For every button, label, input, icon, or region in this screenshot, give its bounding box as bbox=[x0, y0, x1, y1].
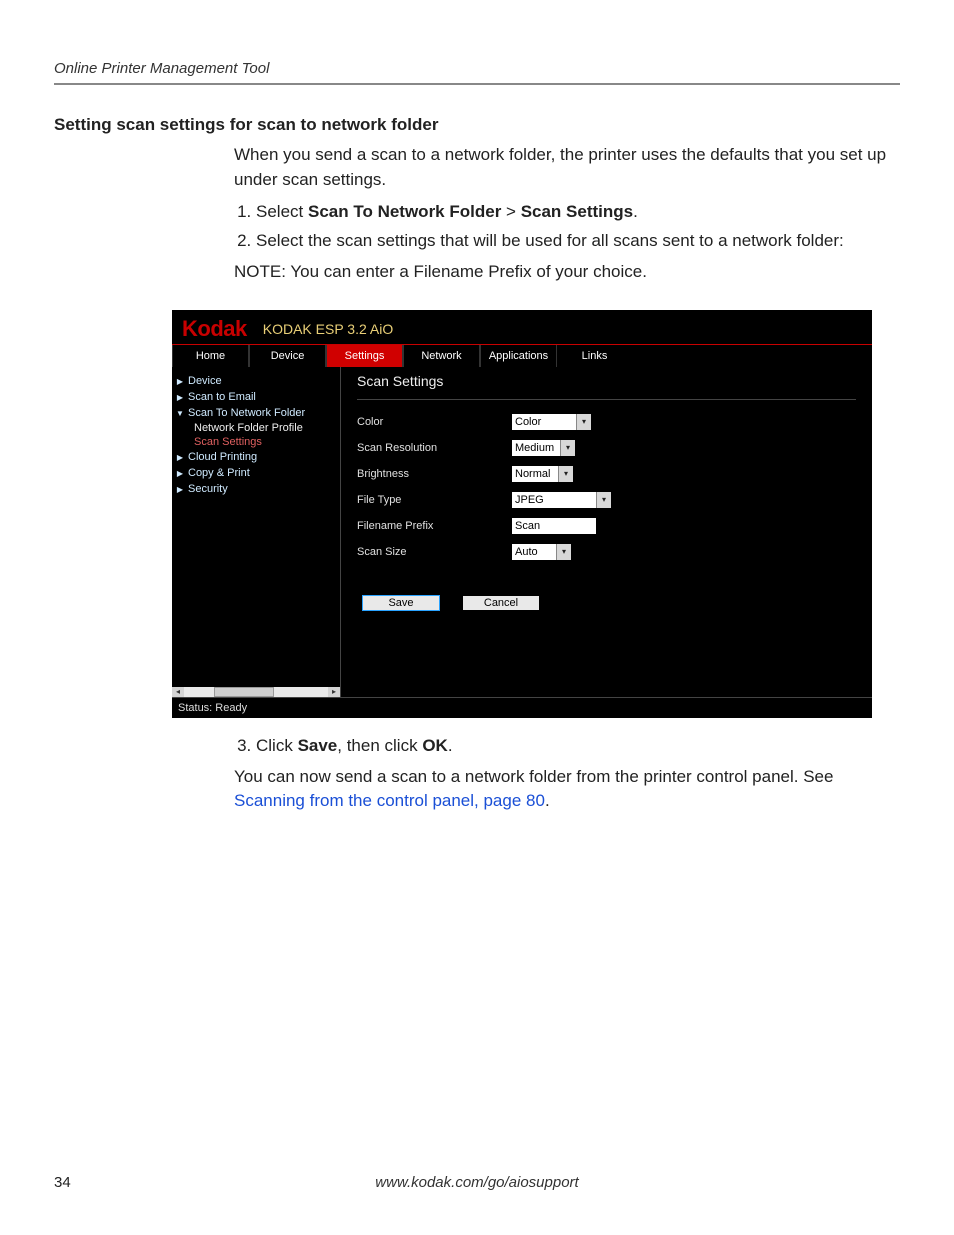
chevron-down-icon: ▾ bbox=[558, 466, 573, 482]
sidebar: ▶ Device ▶ Scan to Email ▼ Scan To Netwo… bbox=[172, 367, 341, 697]
step1-b2: Scan Settings bbox=[521, 202, 633, 221]
step3-post: . bbox=[448, 736, 453, 755]
step1-pre: Select bbox=[256, 202, 308, 221]
footer-url: www.kodak.com/go/aiosupport bbox=[54, 1174, 900, 1191]
save-button[interactable]: Save bbox=[363, 596, 439, 610]
step1-sep: > bbox=[501, 202, 520, 221]
running-header: Online Printer Management Tool bbox=[54, 60, 900, 85]
sidebar-subitem-network-folder-profile[interactable]: Network Folder Profile bbox=[194, 421, 336, 435]
chevron-right-icon: ▶ bbox=[176, 469, 184, 478]
link-scanning-from-control-panel[interactable]: Scanning from the control panel, page 80 bbox=[234, 791, 545, 810]
sidebar-item-security[interactable]: ▶ Security bbox=[176, 481, 336, 497]
step-2: Select the scan settings that will be us… bbox=[256, 229, 900, 254]
select-brightness-value: Normal bbox=[515, 468, 550, 480]
sidebar-label-security: Security bbox=[188, 483, 228, 495]
chevron-down-icon: ▾ bbox=[556, 544, 571, 560]
sidebar-item-scan-to-network-folder[interactable]: ▼ Scan To Network Folder bbox=[176, 405, 336, 421]
step3-mid: , then click bbox=[337, 736, 422, 755]
tab-settings[interactable]: Settings bbox=[326, 345, 403, 367]
label-file-type: File Type bbox=[357, 494, 512, 506]
chevron-down-icon: ▼ bbox=[176, 409, 184, 418]
label-scan-size: Scan Size bbox=[357, 546, 512, 558]
sidebar-item-scan-to-email[interactable]: ▶ Scan to Email bbox=[176, 389, 336, 405]
sidebar-item-copy-print[interactable]: ▶ Copy & Print bbox=[176, 465, 336, 481]
step-1: Select Scan To Network Folder > Scan Set… bbox=[256, 200, 900, 225]
label-color: Color bbox=[357, 416, 512, 428]
step1-post: . bbox=[633, 202, 638, 221]
step3-b1: Save bbox=[298, 736, 338, 755]
select-brightness[interactable]: Normal ▾ bbox=[512, 466, 573, 482]
app-tabs: Home Device Settings Network Application… bbox=[172, 345, 872, 367]
chevron-right-icon: ▶ bbox=[176, 377, 184, 386]
chevron-right-icon: ▶ bbox=[176, 393, 184, 402]
select-scan-resolution[interactable]: Medium ▾ bbox=[512, 440, 575, 456]
closing-pre: You can now send a scan to a network fol… bbox=[234, 767, 833, 786]
intro-paragraph: When you send a scan to a network folder… bbox=[234, 143, 900, 192]
cancel-button[interactable]: Cancel bbox=[463, 596, 539, 610]
sidebar-scrollbar[interactable]: ◂ ▸ bbox=[172, 687, 340, 697]
content-panel: Scan Settings Color Color ▾ Scan Resolut… bbox=[341, 367, 872, 697]
label-filename-prefix: Filename Prefix bbox=[357, 520, 512, 532]
sidebar-item-device[interactable]: ▶ Device bbox=[176, 373, 336, 389]
sidebar-item-cloud-printing[interactable]: ▶ Cloud Printing bbox=[176, 449, 336, 465]
select-scan-resolution-value: Medium bbox=[515, 442, 554, 454]
input-filename-prefix[interactable]: Scan bbox=[512, 518, 596, 534]
step1-b1: Scan To Network Folder bbox=[308, 202, 501, 221]
closing-paragraph: You can now send a scan to a network fol… bbox=[234, 765, 900, 814]
tab-applications[interactable]: Applications bbox=[480, 345, 557, 367]
sidebar-label-cloud-printing: Cloud Printing bbox=[188, 451, 257, 463]
scroll-right-icon[interactable]: ▸ bbox=[328, 687, 340, 697]
chevron-down-icon: ▾ bbox=[560, 440, 575, 456]
tab-network[interactable]: Network bbox=[403, 345, 480, 367]
sidebar-subitem-scan-settings[interactable]: Scan Settings bbox=[194, 435, 336, 449]
sidebar-label-scan-to-email: Scan to Email bbox=[188, 391, 256, 403]
scroll-left-icon[interactable]: ◂ bbox=[172, 687, 184, 697]
app-header: Kodak KODAK ESP 3.2 AiO bbox=[172, 310, 872, 345]
step-3: Click Save, then click OK. bbox=[256, 734, 900, 759]
select-color-value: Color bbox=[515, 416, 541, 428]
chevron-down-icon: ▾ bbox=[596, 492, 611, 508]
tab-links[interactable]: Links bbox=[557, 345, 632, 367]
select-scan-size[interactable]: Auto ▾ bbox=[512, 544, 571, 560]
status-bar: Status: Ready bbox=[172, 697, 872, 718]
select-color[interactable]: Color ▾ bbox=[512, 414, 591, 430]
select-file-type[interactable]: JPEG ▾ bbox=[512, 492, 611, 508]
brand-logo: Kodak bbox=[182, 316, 247, 342]
tab-device[interactable]: Device bbox=[249, 345, 326, 367]
content-divider bbox=[357, 399, 856, 400]
app-title: KODAK ESP 3.2 AiO bbox=[263, 321, 393, 337]
closing-post: . bbox=[545, 791, 550, 810]
chevron-down-icon: ▾ bbox=[576, 414, 591, 430]
tab-home[interactable]: Home bbox=[172, 345, 249, 367]
step3-pre: Click bbox=[256, 736, 298, 755]
label-brightness: Brightness bbox=[357, 468, 512, 480]
chevron-right-icon: ▶ bbox=[176, 453, 184, 462]
sidebar-label-copy-print: Copy & Print bbox=[188, 467, 250, 479]
select-file-type-value: JPEG bbox=[515, 494, 544, 506]
label-scan-resolution: Scan Resolution bbox=[357, 442, 512, 454]
sidebar-label-scan-to-network-folder: Scan To Network Folder bbox=[188, 407, 305, 419]
content-title: Scan Settings bbox=[357, 373, 856, 389]
scroll-thumb[interactable] bbox=[214, 687, 274, 697]
select-scan-size-value: Auto bbox=[515, 546, 538, 558]
step3-b2: OK bbox=[422, 736, 448, 755]
chevron-right-icon: ▶ bbox=[176, 485, 184, 494]
printer-tool-screenshot: Kodak KODAK ESP 3.2 AiO Home Device Sett… bbox=[172, 310, 872, 718]
sidebar-label-device: Device bbox=[188, 375, 222, 387]
section-heading: Setting scan settings for scan to networ… bbox=[54, 115, 900, 135]
note-line: NOTE: You can enter a Filename Prefix of… bbox=[234, 260, 900, 285]
